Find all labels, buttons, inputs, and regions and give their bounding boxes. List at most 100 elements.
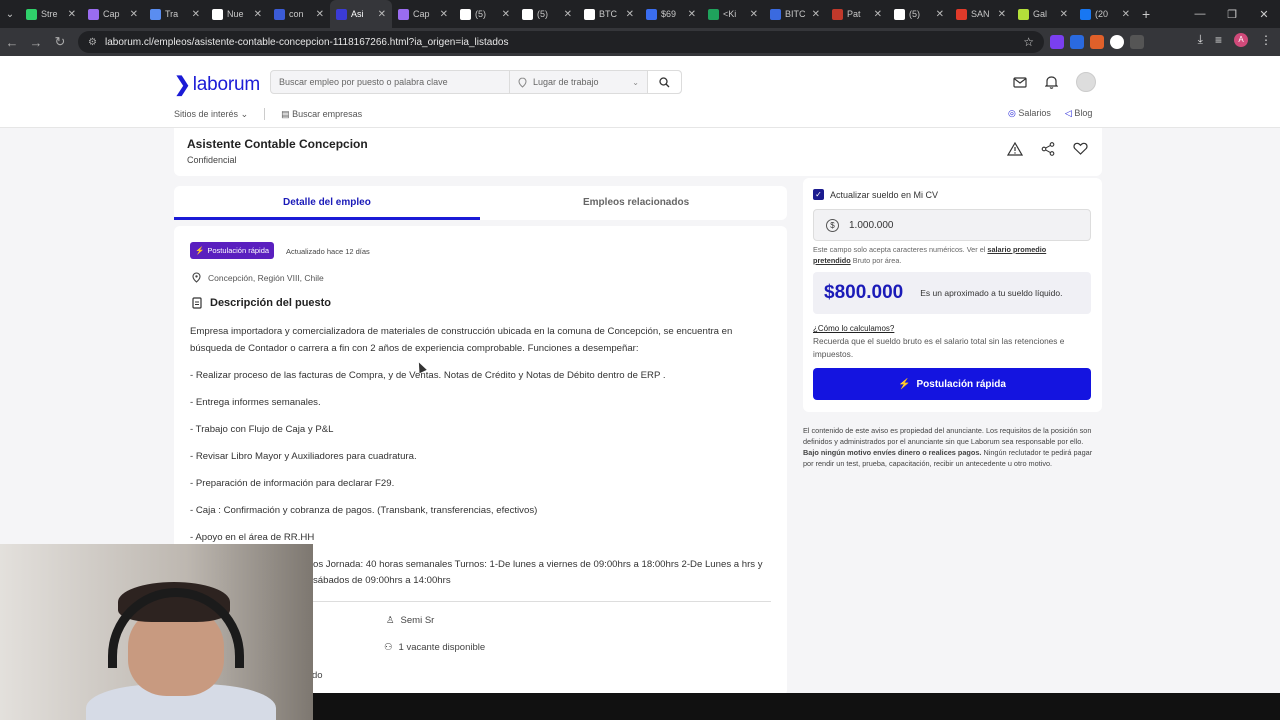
description-paragraph: Empresa importadora y comercializadora d…: [190, 326, 733, 354]
tab-close-icon[interactable]: ✕: [192, 9, 200, 20]
bell-icon[interactable]: [1045, 75, 1058, 89]
job-location: Concepción, Región VIII, Chile: [192, 272, 324, 283]
address-bar[interactable]: ⚙ laborum.cl/empleos/asistente-contable-…: [78, 31, 1044, 53]
maximize-button[interactable]: ❐: [1216, 8, 1248, 21]
tab-close-icon[interactable]: ✕: [254, 9, 262, 20]
browser-tab[interactable]: Cap ✕: [82, 0, 144, 28]
tab-close-icon[interactable]: ✕: [378, 9, 386, 20]
new-tab-button[interactable]: +: [1142, 6, 1150, 22]
browser-tab[interactable]: Cap ✕: [392, 0, 454, 28]
job-tabs: Detalle del empleo Empleos relacionados: [174, 186, 787, 220]
quick-apply-button[interactable]: ⚡ Postulación rápida: [813, 368, 1091, 400]
liquid-salary-amount: $800.000: [824, 282, 904, 303]
salaries-link[interactable]: ◎ Salarios: [1008, 108, 1051, 119]
close-window-button[interactable]: ✕: [1248, 8, 1280, 21]
browser-tab[interactable]: Tra ✕: [144, 0, 206, 28]
tab-favicon-icon: [584, 8, 595, 20]
heart-icon[interactable]: [1073, 142, 1088, 155]
extension-icon[interactable]: [1090, 35, 1104, 49]
tab-close-icon[interactable]: ✕: [1122, 9, 1130, 20]
interest-sites-dropdown[interactable]: Sitios de interés ⌄: [174, 109, 248, 120]
mail-icon[interactable]: [1013, 76, 1027, 88]
browser-tab[interactable]: Pat ✕: [826, 0, 888, 28]
browser-tab[interactable]: Stre ✕: [20, 0, 82, 28]
sub-navigation: Sitios de interés ⌄ ▤ Buscar empresas: [174, 108, 362, 120]
tab-close-icon[interactable]: ✕: [68, 9, 76, 20]
tab-relacionados[interactable]: Empleos relacionados: [583, 197, 689, 208]
browser-tab[interactable]: Asi ✕: [330, 0, 392, 28]
tab-label: Tra: [165, 9, 179, 19]
tab-favicon-icon: [398, 8, 409, 20]
tab-close-icon[interactable]: ✕: [440, 9, 448, 20]
salary-hint-text: Este campo solo acepta caracteres numéri…: [813, 245, 988, 254]
tab-detalle[interactable]: Detalle del empleo: [283, 197, 371, 208]
share-icon[interactable]: [1041, 142, 1055, 156]
tab-close-icon[interactable]: ✕: [812, 9, 820, 20]
search-input[interactable]: Buscar empleo por puesto o palabra clave: [271, 77, 509, 87]
browser-tab[interactable]: SAN ✕: [950, 0, 1012, 28]
blog-link[interactable]: ◁ Blog: [1065, 108, 1092, 119]
document-icon: [192, 297, 202, 309]
tab-close-icon[interactable]: ✕: [502, 9, 510, 20]
forward-button[interactable]: →: [24, 35, 48, 50]
partial-meta-text: do: [312, 670, 323, 681]
browser-tab[interactable]: (5) ✕: [454, 0, 516, 28]
browser-tab[interactable]: <Ki ✕: [702, 0, 764, 28]
extension-icon[interactable]: [1050, 35, 1064, 49]
tab-search-icon[interactable]: ⌄: [0, 9, 20, 20]
minimize-button[interactable]: —: [1184, 8, 1216, 20]
browser-tab[interactable]: $69 ✕: [640, 0, 702, 28]
seniority-text: Semi Sr: [400, 615, 435, 626]
tab-close-icon[interactable]: ✕: [750, 9, 758, 20]
browser-tabstrip: ⌄ Stre ✕ Cap ✕ Tra ✕ Nue ✕ con ✕ Asi ✕ Cap ✕ (5) ✕ (5) ✕ B…: [0, 0, 1280, 28]
update-salary-checkbox[interactable]: ✓ Actualizar sueldo en Mi CV: [813, 189, 938, 200]
quick-apply-badge-label: Postulación rápida: [207, 246, 270, 255]
chevron-down-icon: ⌄: [240, 108, 249, 119]
description-paragraph: - Realizar proceso de las facturas de Co…: [190, 369, 666, 381]
browser-tab[interactable]: Gal ✕: [1012, 0, 1074, 28]
search-button[interactable]: [647, 71, 681, 93]
seniority: ♙ Semi Sr: [386, 615, 434, 626]
job-actions: [1007, 142, 1088, 156]
tab-label: (20: [1095, 9, 1109, 19]
browser-tab[interactable]: (20 ✕: [1074, 0, 1136, 28]
location-select[interactable]: Lugar de trabajo ⌄: [509, 71, 647, 93]
checkbox-checked-icon[interactable]: ✓: [813, 189, 824, 200]
tab-close-icon[interactable]: ✕: [1060, 9, 1068, 20]
extension-icon[interactable]: [1070, 35, 1084, 49]
user-avatar[interactable]: [1076, 72, 1096, 92]
browser-tab[interactable]: (5) ✕: [516, 0, 578, 28]
reload-button[interactable]: ↻: [48, 34, 72, 50]
tab-close-icon[interactable]: ✕: [688, 9, 696, 20]
bookmark-star-icon[interactable]: ☆: [1023, 35, 1034, 49]
bottom-black-bar: [313, 693, 1280, 720]
extension-icon[interactable]: [1110, 35, 1124, 49]
tab-close-icon[interactable]: ✕: [936, 9, 944, 20]
browser-tab[interactable]: BITC ✕: [764, 0, 826, 28]
how-calculated-link[interactable]: ¿Cómo lo calculamos?: [813, 324, 894, 333]
browser-tab[interactable]: con ✕: [268, 0, 330, 28]
salary-input[interactable]: $ 1.000.000: [813, 209, 1091, 241]
tab-close-icon[interactable]: ✕: [626, 9, 634, 20]
menu-kebab-icon[interactable]: ⋮: [1260, 33, 1272, 47]
back-button[interactable]: ←: [0, 35, 24, 50]
tab-close-icon[interactable]: ✕: [564, 9, 572, 20]
warning-icon[interactable]: [1007, 142, 1023, 156]
location-placeholder: Lugar de trabajo: [533, 77, 599, 87]
tab-close-icon[interactable]: ✕: [316, 9, 324, 20]
window-controls: — ❐ ✕: [1184, 0, 1280, 28]
browser-tab[interactable]: (5) ✕: [888, 0, 950, 28]
tab-close-icon[interactable]: ✕: [998, 9, 1006, 20]
tab-close-icon[interactable]: ✕: [130, 9, 138, 20]
browser-tab[interactable]: BTC ✕: [578, 0, 640, 28]
extensions-puzzle-icon[interactable]: [1130, 35, 1144, 49]
media-icon[interactable]: ≡: [1215, 33, 1222, 47]
header-links: ◎ Salarios ◁ Blog: [1008, 108, 1092, 119]
download-icon[interactable]: ⤓: [1198, 32, 1203, 47]
search-companies-link[interactable]: ▤ Buscar empresas: [281, 109, 362, 120]
tab-close-icon[interactable]: ✕: [874, 9, 882, 20]
profile-avatar[interactable]: A: [1234, 32, 1248, 47]
laborum-logo[interactable]: ❯ laborum: [174, 72, 260, 97]
browser-tab[interactable]: Nue ✕: [206, 0, 268, 28]
site-info-icon[interactable]: ⚙: [88, 37, 97, 48]
